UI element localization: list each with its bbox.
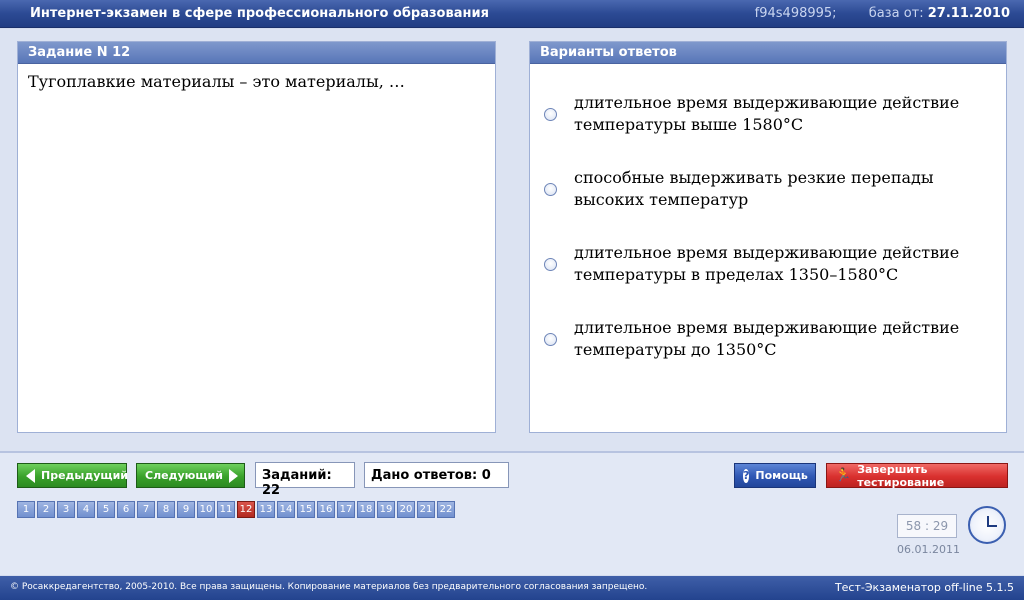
page-button-16[interactable]: 16 bbox=[317, 501, 335, 518]
title-meta: f94s498995; база от: 27.11.2010 bbox=[755, 6, 1010, 21]
page-button-5[interactable]: 5 bbox=[97, 501, 115, 518]
answers-header: Варианты ответов bbox=[530, 42, 1006, 64]
answer-option-3[interactable]: длительное время выдерживающие действие … bbox=[530, 242, 1006, 317]
page-button-22[interactable]: 22 bbox=[437, 501, 455, 518]
page-button-9[interactable]: 9 bbox=[177, 501, 195, 518]
db-date: 27.11.2010 bbox=[927, 6, 1010, 21]
radio-button[interactable] bbox=[544, 183, 557, 196]
next-label: Следующий bbox=[145, 469, 223, 482]
page-button-7[interactable]: 7 bbox=[137, 501, 155, 518]
task-header: Задание N 12 bbox=[18, 42, 495, 64]
page-button-4[interactable]: 4 bbox=[77, 501, 95, 518]
clock-minute-hand bbox=[987, 525, 997, 527]
tasks-counter: Заданий: 22 bbox=[255, 462, 355, 498]
finish-label: Завершить тестирование bbox=[857, 462, 945, 489]
page-button-10[interactable]: 10 bbox=[197, 501, 215, 518]
answer-option-4[interactable]: длительное время выдерживающие действие … bbox=[530, 317, 1006, 392]
title-bar: Интернет-экзамен в сфере профессионально… bbox=[0, 0, 1024, 28]
footer: © Росаккредагентство, 2005-2010. Все пра… bbox=[0, 576, 1024, 600]
page-button-11[interactable]: 11 bbox=[217, 501, 235, 518]
radio-button[interactable] bbox=[544, 108, 557, 121]
page-button-6[interactable]: 6 bbox=[117, 501, 135, 518]
task-panel: Задание N 12 Тугоплавкие материалы – это… bbox=[17, 41, 496, 433]
radio-button[interactable] bbox=[544, 333, 557, 346]
finish-button[interactable]: 🏃 Завершить тестирование bbox=[826, 462, 1008, 489]
copyright-text: © Росаккредагентство, 2005-2010. Все пра… bbox=[10, 582, 648, 592]
page-button-20[interactable]: 20 bbox=[397, 501, 415, 518]
app-title: Интернет-экзамен в сфере профессионально… bbox=[30, 6, 489, 21]
running-man-icon: 🏃 bbox=[835, 468, 852, 483]
answer-text: длительное время выдерживающие действие … bbox=[574, 93, 960, 134]
question-text: Тугоплавкие материалы – это материалы, … bbox=[28, 72, 405, 91]
question-icon: ? bbox=[743, 468, 750, 483]
help-button[interactable]: ? Помощь bbox=[734, 463, 816, 488]
timer-display: 58 : 29 bbox=[897, 514, 957, 538]
clock-icon bbox=[968, 506, 1006, 544]
answers-panel: Варианты ответов длительное время выдерж… bbox=[529, 41, 1007, 433]
answer-text: способные выдерживать резкие перепады вы… bbox=[574, 168, 934, 209]
answers-counter: Дано ответов: 0 bbox=[364, 462, 509, 488]
page-button-2[interactable]: 2 bbox=[37, 501, 55, 518]
next-button[interactable]: Следующий bbox=[136, 463, 245, 488]
current-date: 06.01.2011 bbox=[897, 543, 960, 556]
answer-option-1[interactable]: длительное время выдерживающие действие … bbox=[530, 92, 1006, 167]
page-button-19[interactable]: 19 bbox=[377, 501, 395, 518]
page-button-17[interactable]: 17 bbox=[337, 501, 355, 518]
page-button-12[interactable]: 12 bbox=[237, 501, 255, 518]
page-button-8[interactable]: 8 bbox=[157, 501, 175, 518]
radio-button[interactable] bbox=[544, 258, 557, 271]
page-button-18[interactable]: 18 bbox=[357, 501, 375, 518]
answer-option-2[interactable]: способные выдерживать резкие перепады вы… bbox=[530, 167, 1006, 242]
answer-text: длительное время выдерживающие действие … bbox=[574, 318, 960, 359]
session-code: f94s498995; bbox=[754, 6, 837, 21]
version-text: Тест-Экзаменатор off-line 5.1.5 bbox=[834, 581, 1014, 594]
prev-label: Предыдущий bbox=[41, 469, 129, 482]
answer-text: длительное время выдерживающие действие … bbox=[574, 243, 960, 284]
page-button-14[interactable]: 14 bbox=[277, 501, 295, 518]
page-button-1[interactable]: 1 bbox=[17, 501, 35, 518]
answer-list: длительное время выдерживающие действие … bbox=[530, 64, 1006, 392]
triangle-right-icon bbox=[228, 468, 238, 483]
page-button-15[interactable]: 15 bbox=[297, 501, 315, 518]
triangle-left-icon bbox=[26, 468, 35, 483]
page-button-13[interactable]: 13 bbox=[257, 501, 275, 518]
page-button-21[interactable]: 21 bbox=[417, 501, 435, 518]
help-label: Помощь bbox=[755, 469, 808, 482]
db-label: база от: bbox=[868, 6, 924, 21]
task-pagination: 1 2 3 4 5 6 7 8 9 10 11 12 13 14 15 16 17 18 19 20 21 22 bbox=[17, 501, 455, 518]
prev-button[interactable]: Предыдущий bbox=[17, 463, 129, 488]
page-button-3[interactable]: 3 bbox=[57, 501, 75, 518]
